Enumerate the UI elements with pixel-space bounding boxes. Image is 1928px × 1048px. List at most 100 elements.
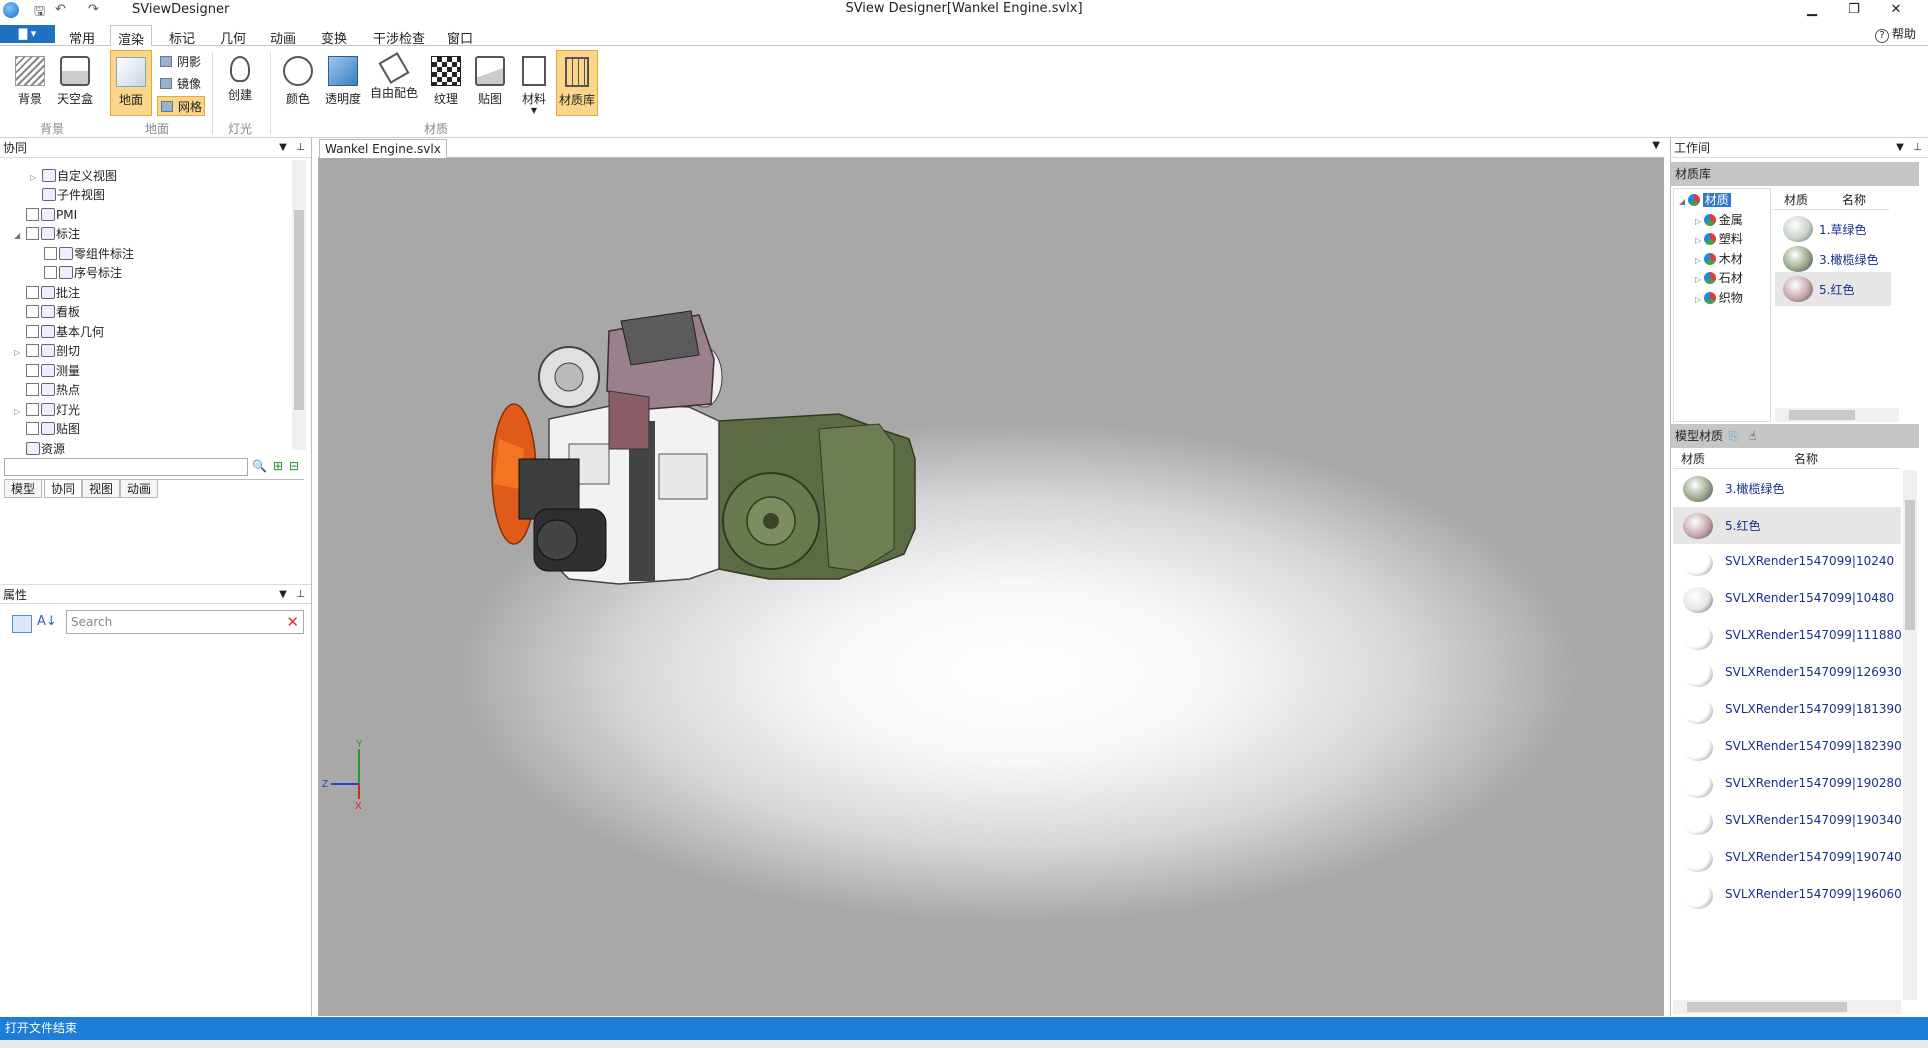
tab-transform[interactable]: 变换 — [314, 25, 354, 47]
material-button[interactable]: 材料 ▼ — [516, 50, 552, 116]
model-material-row[interactable]: SVLXRender1547099|181390 — [1673, 692, 1901, 729]
checkbox[interactable] — [26, 383, 39, 396]
panel-menu-icon[interactable]: ▼ ⊥ — [1896, 138, 1922, 158]
decal-button[interactable]: 贴图 — [472, 50, 508, 116]
checkbox[interactable] — [26, 286, 39, 299]
color-button[interactable]: 颜色 — [280, 50, 316, 116]
tree-item-plastic[interactable]: ▷ 塑料 — [1695, 229, 1743, 249]
tree-item-section[interactable]: ▷ 剖切 — [14, 341, 80, 361]
library-material-row-selected[interactable]: 5.红色 — [1775, 272, 1891, 306]
tree-item-part-annotation[interactable]: 零组件标注 — [44, 244, 134, 264]
model-material-row[interactable]: SVLXRender1547099|190340 — [1673, 803, 1901, 840]
panel-menu-icon[interactable]: ▼ ⊥ — [279, 138, 305, 158]
background-button[interactable]: 背景 — [12, 50, 48, 116]
tab-markup[interactable]: 标记 — [162, 25, 202, 47]
checkbox[interactable] — [44, 266, 57, 279]
tree-item-material-root[interactable]: ◢ 材质 — [1679, 190, 1731, 210]
clear-search-icon[interactable]: ✕ — [286, 611, 299, 633]
tree-item-board[interactable]: 看板 — [14, 302, 80, 322]
model-material-hscrollbar[interactable] — [1673, 1000, 1901, 1014]
scrollbar-thumb[interactable] — [294, 210, 304, 410]
library-hscrollbar[interactable] — [1775, 408, 1899, 422]
tab-common[interactable]: 常用 — [62, 25, 102, 47]
tab-interference[interactable]: 干涉检查 — [366, 25, 432, 47]
tree-item-stone[interactable]: ▷ 石材 — [1695, 268, 1743, 288]
tree-item-light[interactable]: ▷ 灯光 — [14, 400, 80, 420]
model-material-scrollbar[interactable] — [1903, 470, 1917, 1000]
grid-toggle[interactable]: 网格 — [157, 96, 205, 116]
tree-item-comment[interactable]: 批注 — [14, 283, 80, 303]
checkbox[interactable] — [26, 364, 39, 377]
tree-item-wood[interactable]: ▷ 木材 — [1695, 249, 1743, 269]
tree-item-fabric[interactable]: ▷ 织物 — [1695, 288, 1743, 308]
model-material-row[interactable]: SVLXRender1547099|10480 — [1673, 581, 1901, 618]
minimize-button[interactable]: ▁ — [1797, 2, 1827, 17]
wankel-engine-model[interactable]: Y Z X — [319, 159, 1664, 1016]
checkbox[interactable] — [26, 227, 39, 240]
model-material-row[interactable]: SVLXRender1547099|126930 — [1673, 655, 1901, 692]
column-header-name[interactable]: 名称 — [1819, 190, 1889, 210]
document-tab[interactable]: Wankel Engine.svlx — [319, 139, 447, 158]
property-search-input[interactable]: Search ✕ — [66, 610, 304, 634]
tab-collab[interactable]: 协同 — [44, 480, 83, 498]
column-header-material[interactable]: 材质 — [1773, 190, 1819, 210]
mirror-toggle[interactable]: 镜像 — [157, 74, 205, 94]
hand-pick-icon[interactable]: ☝ — [1749, 424, 1756, 448]
tree-item-hotspot[interactable]: 热点 — [14, 380, 80, 400]
tree-item-resource[interactable]: 资源 — [26, 439, 65, 459]
checkbox[interactable] — [26, 422, 39, 435]
tree-item-number-annotation[interactable]: 序号标注 — [44, 263, 122, 283]
checkbox[interactable] — [26, 344, 39, 357]
ground-button[interactable]: 地面 — [110, 50, 152, 116]
tab-render[interactable]: 渲染 — [110, 25, 153, 48]
tree-item-annotation[interactable]: ◢ 标注 — [14, 224, 80, 244]
material-library-button[interactable]: 材质库 — [556, 50, 598, 116]
column-header-material[interactable]: 材质 — [1673, 449, 1713, 469]
scrollbar-thumb[interactable] — [1789, 410, 1855, 420]
restore-button[interactable]: ❐ — [1839, 2, 1869, 17]
tree-item-pmi[interactable]: PMI — [14, 205, 77, 225]
tab-anim[interactable]: 动画 — [120, 480, 159, 498]
skybox-button[interactable]: 天空盒 — [55, 50, 95, 116]
checkbox[interactable] — [26, 325, 39, 338]
column-header-name[interactable]: 名称 — [1713, 449, 1899, 469]
panel-menu-icon[interactable]: ▼ ⊥ — [279, 585, 305, 605]
refresh-icon[interactable]: ⎘ — [1729, 424, 1739, 448]
checkbox[interactable] — [26, 403, 39, 416]
library-material-row[interactable]: 1.草绿色 — [1775, 212, 1891, 246]
sort-az-icon[interactable]: A↓ — [37, 614, 57, 629]
model-material-row-selected[interactable]: 5.红色 — [1673, 507, 1901, 544]
help-button[interactable]: ? 帮助 — [1874, 25, 1916, 43]
free-color-button[interactable]: 自由配色 — [368, 50, 420, 116]
tree-item-custom-view[interactable]: ▷ 自定义视图 — [30, 166, 117, 186]
model-material-row[interactable]: SVLXRender1547099|190280 — [1673, 766, 1901, 803]
tab-animation[interactable]: 动画 — [263, 25, 303, 47]
tab-window[interactable]: 窗口 — [440, 25, 480, 47]
texture-button[interactable]: 纹理 — [428, 50, 464, 116]
tab-model[interactable]: 模型 — [4, 480, 43, 498]
library-material-row[interactable]: 3.橄榄绿色 — [1775, 242, 1891, 276]
tab-menu-icon[interactable]: ▼ — [1652, 140, 1660, 151]
3d-viewport[interactable]: Y Z X — [318, 158, 1664, 1016]
create-light-button[interactable]: 创建 — [222, 50, 258, 116]
checkbox[interactable] — [26, 305, 39, 318]
close-button[interactable]: ✕ — [1881, 2, 1911, 17]
shadow-toggle[interactable]: 阴影 — [157, 52, 205, 72]
checkbox[interactable] — [26, 208, 39, 221]
checkbox[interactable] — [44, 247, 57, 260]
tree-filter-tools[interactable]: 🔍⊞⊟ — [252, 459, 305, 473]
tab-view[interactable]: 视图 — [82, 480, 121, 498]
file-menu-button[interactable]: ▇ ▾ — [0, 25, 55, 43]
model-material-row[interactable]: SVLXRender1547099|182390 — [1673, 729, 1901, 766]
tree-scrollbar[interactable] — [292, 160, 306, 450]
transparency-button[interactable]: 透明度 — [322, 50, 364, 116]
tree-filter-input[interactable] — [4, 458, 248, 476]
tree-item-basic-geometry[interactable]: 基本几何 — [14, 322, 104, 342]
tree-item-metal[interactable]: ▷ 金属 — [1695, 210, 1743, 230]
tab-geometry[interactable]: 几何 — [213, 25, 253, 47]
categorized-icon[interactable] — [12, 615, 32, 633]
scrollbar-thumb[interactable] — [1687, 1002, 1847, 1012]
tree-item-decal[interactable]: 贴图 — [14, 419, 80, 439]
scrollbar-thumb[interactable] — [1905, 500, 1915, 630]
model-material-row[interactable]: SVLXRender1547099|10240 — [1673, 544, 1901, 581]
